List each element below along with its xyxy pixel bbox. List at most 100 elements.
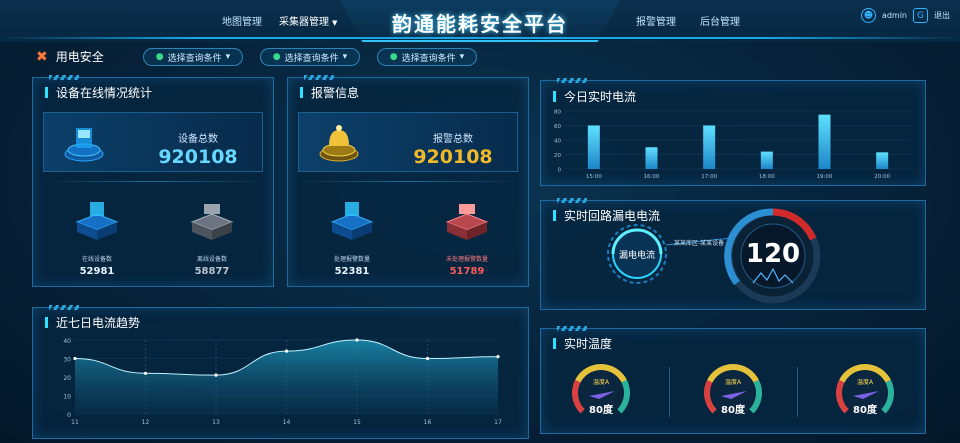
y-tick-label: 20 xyxy=(63,375,71,382)
panel-title: 报警信息 xyxy=(300,84,359,101)
gauge-label: 温度A xyxy=(856,379,874,386)
user-area: ☻ admin G 退出 xyxy=(860,8,950,23)
y-tick-label: 20 xyxy=(554,153,561,159)
offline-value: 58877 xyxy=(194,266,230,277)
offline-label: 离线设备数 xyxy=(196,256,227,263)
data-point xyxy=(496,355,500,359)
title-marker xyxy=(300,87,303,98)
nav-alarm[interactable]: 报警管理 xyxy=(636,13,676,28)
data-point xyxy=(284,349,289,353)
handled-value: 52381 xyxy=(334,266,370,277)
panel-title: 实时温度 xyxy=(553,335,612,352)
divider xyxy=(669,367,670,417)
nav-collector[interactable]: 采集器管理 ▼ xyxy=(279,13,337,28)
location-pin-icon: ● xyxy=(272,52,281,62)
temperature-gauge: 温度A 80度 xyxy=(569,361,633,425)
online-label: 在线设备数 xyxy=(81,256,112,263)
location-pin-icon: ● xyxy=(389,52,398,62)
x-tick-label: 12 xyxy=(142,419,150,426)
bar xyxy=(645,147,658,169)
panel-title-text: 实时温度 xyxy=(564,337,613,351)
y-tick-label: 30 xyxy=(63,357,71,364)
divider xyxy=(43,181,263,182)
bar xyxy=(587,125,600,169)
logout-icon[interactable]: G xyxy=(913,8,928,23)
divider xyxy=(797,367,798,417)
y-tick-label: 10 xyxy=(63,394,71,401)
panel-title: 设备在线情况统计 xyxy=(45,84,152,101)
data-point xyxy=(214,373,218,377)
gauge-value: 80度 xyxy=(589,405,613,416)
gauge-label: 温度A xyxy=(592,379,610,386)
handled-label: 处理报警数量 xyxy=(333,256,370,263)
username[interactable]: admin xyxy=(882,11,907,20)
filter-select-2[interactable]: ● 选择查询条件 ▾ xyxy=(260,48,360,66)
divider xyxy=(298,181,518,182)
online-value: 52981 xyxy=(79,266,115,277)
filter-label: 选择查询条件 xyxy=(167,53,222,64)
caret-down-icon: ▾ xyxy=(342,52,348,62)
y-tick-label: 40 xyxy=(63,338,71,345)
user-icon: ☻ xyxy=(860,8,876,23)
offline-device-icon xyxy=(190,204,234,240)
page-title: 韵通能耗安全平台 xyxy=(392,12,568,36)
data-point xyxy=(143,371,148,375)
x-tick-label: 20:00 xyxy=(874,174,890,180)
bar xyxy=(760,151,773,169)
panel-temperature: 实时温度 温度A 80度 温度A 80度 温度A 80度 xyxy=(540,326,926,434)
filter-select-3[interactable]: ● 选择查询条件 ▾ xyxy=(377,48,477,66)
leakage-ring-label: 漏电电流 xyxy=(618,251,655,261)
panel-realtime-current: 今日实时电流 80 60 40 20 0 15:00 16:00 17:00 18:00 19:0… xyxy=(540,78,926,186)
temperature-gauge: 温度A 80度 xyxy=(833,361,897,425)
device-cube-icon xyxy=(64,128,104,162)
x-tick-label: 13 xyxy=(212,419,220,426)
title-marker xyxy=(45,87,48,98)
x-tick-label: 17:00 xyxy=(701,174,717,180)
panel-title-text: 报警信息 xyxy=(311,86,360,100)
filter-label: 选择查询条件 xyxy=(284,53,339,64)
data-point xyxy=(73,356,77,361)
x-tick-label: 15:00 xyxy=(586,174,602,180)
alarm-total-value: 920108 xyxy=(413,146,493,168)
caret-down-icon: ▾ xyxy=(225,52,231,62)
trend-chart: 40 30 20 10 011 12 13 14 15 16 17 xyxy=(63,338,502,426)
x-tick-label: 16:00 xyxy=(644,174,660,180)
panel-title-text: 设备在线情况统计 xyxy=(56,86,153,100)
y-tick-label: 0 xyxy=(558,168,562,174)
panel-leakage: 实时回路漏电电流 漏电电流 某某库区-某某设备 120 xyxy=(540,198,926,310)
alarm-total-label: 报警总数 xyxy=(433,134,473,145)
y-tick-label: 0 xyxy=(67,412,71,419)
panel-alarms: 报警信息 报警总数 920108 处理报警数量 52381 未处理报警数量 51… xyxy=(287,75,529,287)
filter-select-1[interactable]: ● 选择查询条件 ▾ xyxy=(143,48,243,66)
logout-button[interactable]: 退出 xyxy=(934,10,950,21)
data-point xyxy=(355,338,359,342)
nav-map[interactable]: 地图管理 xyxy=(222,13,262,28)
nav-collector-label: 采集器管理 xyxy=(279,17,329,28)
device-total-label: 设备总数 xyxy=(178,134,218,145)
x-tick-label: 19:00 xyxy=(817,174,833,180)
location-pin-icon: ● xyxy=(155,52,164,62)
x-tick-label: 16 xyxy=(424,419,432,426)
unhandled-label: 未处理报警数量 xyxy=(445,256,488,263)
unhandled-alarm-icon xyxy=(445,204,489,240)
y-tick-label: 80 xyxy=(554,110,561,116)
x-tick-label: 15 xyxy=(353,419,361,426)
nav-admin[interactable]: 后台管理 xyxy=(700,13,740,28)
chevron-down-icon: ▼ xyxy=(332,19,338,27)
x-tick-label: 11 xyxy=(71,419,79,426)
handled-alarm-icon xyxy=(330,202,374,240)
caret-down-icon: ▾ xyxy=(459,52,465,62)
bar xyxy=(703,125,716,169)
x-tick-label: 18:00 xyxy=(759,174,775,180)
module-label: 用电安全 xyxy=(55,50,104,64)
panel-decoration xyxy=(49,75,79,80)
header-divider xyxy=(0,37,960,39)
x-tick-label: 14 xyxy=(283,419,291,426)
unhandled-value: 51789 xyxy=(449,266,485,277)
gauge-value: 80度 xyxy=(853,405,877,416)
module-selector[interactable]: ✖ 用电安全 xyxy=(36,48,104,65)
leakage-value: 120 xyxy=(745,239,801,269)
device-total-value: 920108 xyxy=(158,146,238,168)
bar xyxy=(876,152,889,169)
realtime-bar-chart: 80 60 40 20 0 15:00 16:00 17:00 18:00 19:00 20:00 xyxy=(554,110,911,180)
